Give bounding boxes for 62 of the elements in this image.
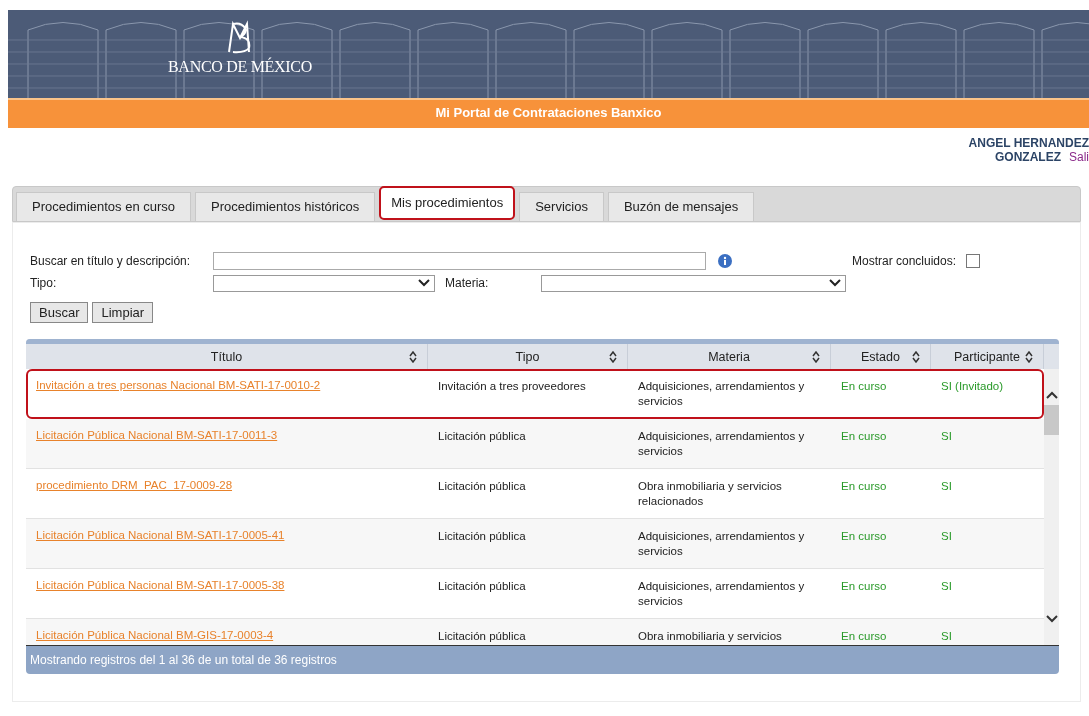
portal-title: Mi Portal de Contrataciones Banxico: [8, 98, 1089, 128]
form-button[interactable]: Buscar: [30, 302, 89, 323]
table-cell: Licitación pública: [438, 579, 526, 594]
tab[interactable]: Servicios: [519, 192, 604, 221]
materia-dropdown[interactable]: [541, 274, 846, 292]
chevron-down-icon: [829, 279, 841, 287]
field-label: Materia:: [445, 276, 490, 290]
field-label: Mostrar concluidos:: [852, 254, 958, 268]
table-cell-text: Adquisiciones, arrendamientos y servicios: [638, 379, 806, 409]
table-cell: Obra inmobiliaria y servicios: [638, 629, 782, 644]
sort-icon: [912, 350, 920, 363]
sort-icon: [812, 350, 820, 363]
column-header[interactable]: Participante: [954, 349, 1020, 364]
column-header[interactable]: Tipo: [515, 349, 540, 364]
column-header[interactable]: Estado: [861, 349, 900, 364]
field-label: Buscar en título y descripción:: [30, 254, 192, 268]
chevron-up-icon: [1045, 391, 1058, 399]
info-icon: [718, 254, 732, 268]
table-cell: SI: [941, 479, 952, 494]
table-cell: En curso: [841, 579, 887, 594]
table-cell-text: Adquisiciones, arrendamientos y servicios: [638, 529, 806, 559]
scrollbar-thumb[interactable]: [1044, 405, 1059, 435]
table-cell-text: Adquisiciones, arrendamientos y servicios: [638, 579, 806, 609]
logout-link[interactable]: Sali: [1069, 150, 1089, 164]
user-name: GONZALEZ: [995, 150, 1061, 164]
table-cell: SI: [941, 429, 952, 444]
table-cell: En curso: [841, 529, 887, 544]
table-cell: SI: [941, 529, 952, 544]
tab[interactable]: Procedimientos en curso: [16, 192, 192, 221]
table-cell-text: Adquisiciones, arrendamientos y servicios: [638, 429, 806, 459]
tab[interactable]: Buzón de mensajes: [607, 192, 755, 221]
table-footer: Mostrando registros del 1 al 36 de un total de 36 registros: [26, 645, 1059, 674]
logo-text: BANCO DE MÉXICO: [168, 58, 312, 76]
table-cell: Invitación a tres proveedores: [438, 379, 586, 394]
table-cell: Licitación pública: [438, 479, 526, 494]
tab[interactable]: Mis procedimientos: [379, 186, 516, 220]
table-cell: En curso: [841, 479, 887, 494]
sort-icon: [409, 350, 417, 363]
table-cell-text: Obra inmobiliaria y servicios relacionados: [638, 479, 783, 509]
table-cell: En curso: [841, 379, 887, 394]
table-cell: Licitación pública: [438, 529, 526, 544]
tipo-dropdown[interactable]: [213, 274, 435, 292]
table-cell: SI: [941, 579, 952, 594]
field-label: Tipo:: [30, 276, 58, 290]
table-cell: Licitación pública: [438, 629, 526, 644]
sort-icon: [609, 350, 617, 363]
sort-icon: [1025, 350, 1033, 363]
form-button[interactable]: Limpiar: [92, 302, 154, 323]
tab[interactable]: Procedimientos históricos: [195, 192, 376, 221]
chevron-down-icon: [1045, 615, 1058, 623]
chevron-down-icon: [418, 279, 430, 287]
table-cell: En curso: [841, 429, 887, 444]
scrollbar[interactable]: [1044, 369, 1059, 645]
table-cell: SI: [941, 629, 952, 644]
table-cell: SI (Invitado): [941, 379, 1003, 394]
table-cell: En curso: [841, 629, 887, 644]
table-cell: Licitación pública: [438, 429, 526, 444]
column-header[interactable]: Materia: [708, 349, 750, 364]
search-field[interactable]: [213, 252, 706, 270]
checkbox[interactable]: [966, 254, 981, 268]
column-header[interactable]: Título: [210, 349, 243, 364]
user-name: ANGEL HERNANDEZ: [968, 136, 1089, 150]
